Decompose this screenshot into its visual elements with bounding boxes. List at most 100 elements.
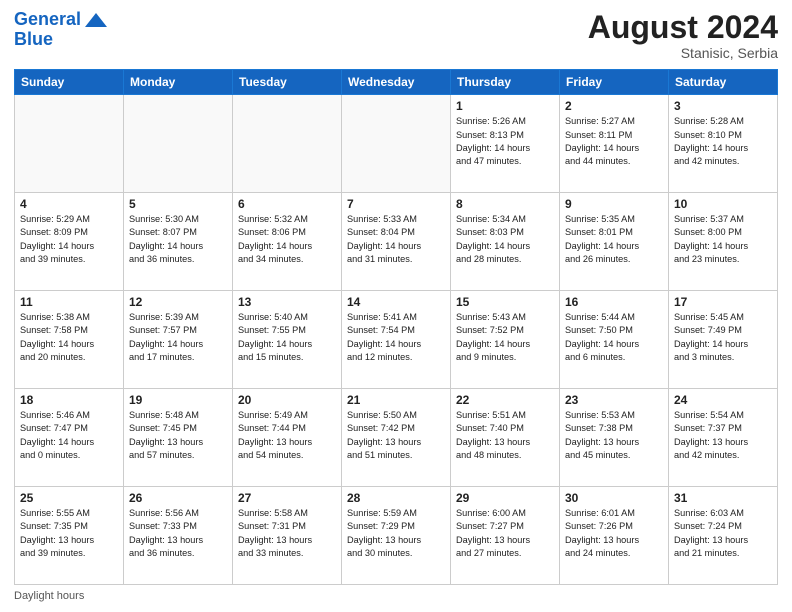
table-row: 22 Sunrise: 5:51 AM Sunset: 7:40 PM Dayli… (451, 389, 560, 487)
day-info: Sunrise: 5:30 AM Sunset: 8:07 PM Dayligh… (129, 213, 227, 266)
title-block: August 2024 Stanisic, Serbia (588, 10, 778, 61)
calendar-week-row: 25Sunrise: 5:55 AM Sunset: 7:35 PM Dayli… (15, 487, 778, 585)
page: General Blue August 2024 Stanisic, Serbi… (0, 0, 792, 612)
table-row: 10 Sunrise: 5:37 AM Sunset: 8:00 PM Dayli… (669, 193, 778, 291)
day-number: 9 (565, 197, 663, 211)
table-row: 1 Sunrise: 5:26 AM Sunset: 8:13 PM Daylig… (451, 95, 560, 193)
col-thursday: Thursday (451, 70, 560, 95)
calendar-week-row: 4 Sunrise: 5:29 AM Sunset: 8:09 PM Daylig… (15, 193, 778, 291)
day-number: 14 (347, 295, 445, 309)
table-row: 11 Sunrise: 5:38 AM Sunset: 7:58 PM Dayli… (15, 291, 124, 389)
day-number: 21 (347, 393, 445, 407)
day-number: 1 (456, 99, 554, 113)
table-row: 16 Sunrise: 5:44 AM Sunset: 7:50 PM Dayli… (560, 291, 669, 389)
day-number: 17 (674, 295, 772, 309)
table-row: 29 Sunrise: 6:00 AM Sunset: 7:27 PM Dayli… (451, 487, 560, 585)
col-monday: Monday (124, 70, 233, 95)
day-number: 27 (238, 491, 336, 505)
table-row: 9 Sunrise: 5:35 AM Sunset: 8:01 PM Daylig… (560, 193, 669, 291)
day-number: 11 (20, 295, 118, 309)
table-row: 2Sunrise: 5:27 AM Sunset: 8:11 PM Daylig… (560, 95, 669, 193)
day-info: Sunrise: 5:55 AM Sunset: 7:35 PM Dayligh… (20, 507, 118, 560)
calendar-week-row: 1 Sunrise: 5:26 AM Sunset: 8:13 PM Daylig… (15, 95, 778, 193)
table-row: 18 Sunrise: 5:46 AM Sunset: 7:47 PM Dayli… (15, 389, 124, 487)
footer: Daylight hours (14, 590, 778, 602)
day-number: 19 (129, 393, 227, 407)
day-number: 30 (565, 491, 663, 505)
day-number: 22 (456, 393, 554, 407)
day-info: Sunrise: 5:49 AM Sunset: 7:44 PM Dayligh… (238, 409, 336, 462)
day-number: 29 (456, 491, 554, 505)
day-info: Sunrise: 5:46 AM Sunset: 7:47 PM Dayligh… (20, 409, 118, 462)
day-number: 18 (20, 393, 118, 407)
col-wednesday: Wednesday (342, 70, 451, 95)
table-row: 17 Sunrise: 5:45 AM Sunset: 7:49 PM Dayli… (669, 291, 778, 389)
day-number: 6 (238, 197, 336, 211)
table-row: 24 Sunrise: 5:54 AM Sunset: 7:37 PM Dayli… (669, 389, 778, 487)
day-number: 12 (129, 295, 227, 309)
table-row: 25Sunrise: 5:55 AM Sunset: 7:35 PM Dayli… (15, 487, 124, 585)
day-info: Sunrise: 6:00 AM Sunset: 7:27 PM Dayligh… (456, 507, 554, 560)
logo-text: General (14, 10, 81, 30)
table-row: 6Sunrise: 5:32 AM Sunset: 8:06 PM Daylig… (233, 193, 342, 291)
table-row: 8 Sunrise: 5:34 AM Sunset: 8:03 PM Daylig… (451, 193, 560, 291)
table-row: 19Sunrise: 5:48 AM Sunset: 7:45 PM Dayli… (124, 389, 233, 487)
location: Stanisic, Serbia (588, 45, 778, 61)
day-number: 16 (565, 295, 663, 309)
day-info: Sunrise: 5:44 AM Sunset: 7:50 PM Dayligh… (565, 311, 663, 364)
calendar-week-row: 18 Sunrise: 5:46 AM Sunset: 7:47 PM Dayli… (15, 389, 778, 487)
calendar-table: Sunday Monday Tuesday Wednesday Thursday… (14, 69, 778, 585)
day-info: Sunrise: 5:54 AM Sunset: 7:37 PM Dayligh… (674, 409, 772, 462)
logo-blue-text: Blue (14, 30, 53, 50)
day-info: Sunrise: 5:43 AM Sunset: 7:52 PM Dayligh… (456, 311, 554, 364)
day-number: 15 (456, 295, 554, 309)
table-row: 12 Sunrise: 5:39 AM Sunset: 7:57 PM Dayli… (124, 291, 233, 389)
table-row: 4 Sunrise: 5:29 AM Sunset: 8:09 PM Daylig… (15, 193, 124, 291)
table-row: 5 Sunrise: 5:30 AM Sunset: 8:07 PM Daylig… (124, 193, 233, 291)
day-info: Sunrise: 5:40 AM Sunset: 7:55 PM Dayligh… (238, 311, 336, 364)
day-info: Sunrise: 5:51 AM Sunset: 7:40 PM Dayligh… (456, 409, 554, 462)
day-info: Sunrise: 5:37 AM Sunset: 8:00 PM Dayligh… (674, 213, 772, 266)
day-info: Sunrise: 5:39 AM Sunset: 7:57 PM Dayligh… (129, 311, 227, 364)
day-info: Sunrise: 5:59 AM Sunset: 7:29 PM Dayligh… (347, 507, 445, 560)
table-row: 13 Sunrise: 5:40 AM Sunset: 7:55 PM Dayli… (233, 291, 342, 389)
day-info: Sunrise: 5:58 AM Sunset: 7:31 PM Dayligh… (238, 507, 336, 560)
day-number: 8 (456, 197, 554, 211)
logo-icon (85, 13, 107, 27)
footer-label: Daylight hours (14, 590, 84, 602)
table-row: 14 Sunrise: 5:41 AM Sunset: 7:54 PM Dayli… (342, 291, 451, 389)
day-info: Sunrise: 5:33 AM Sunset: 8:04 PM Dayligh… (347, 213, 445, 266)
day-info: Sunrise: 5:29 AM Sunset: 8:09 PM Dayligh… (20, 213, 118, 266)
day-info: Sunrise: 5:26 AM Sunset: 8:13 PM Dayligh… (456, 115, 554, 168)
day-number: 23 (565, 393, 663, 407)
table-row (233, 95, 342, 193)
col-tuesday: Tuesday (233, 70, 342, 95)
day-info: Sunrise: 5:38 AM Sunset: 7:58 PM Dayligh… (20, 311, 118, 364)
month-year: August 2024 (588, 10, 778, 45)
table-row: 23 Sunrise: 5:53 AM Sunset: 7:38 PM Dayli… (560, 389, 669, 487)
day-number: 10 (674, 197, 772, 211)
table-row: 7 Sunrise: 5:33 AM Sunset: 8:04 PM Daylig… (342, 193, 451, 291)
logo: General Blue (14, 10, 107, 50)
day-info: Sunrise: 5:50 AM Sunset: 7:42 PM Dayligh… (347, 409, 445, 462)
calendar-header-row: Sunday Monday Tuesday Wednesday Thursday… (15, 70, 778, 95)
col-saturday: Saturday (669, 70, 778, 95)
table-row: 3Sunrise: 5:28 AM Sunset: 8:10 PM Daylig… (669, 95, 778, 193)
day-info: Sunrise: 5:27 AM Sunset: 8:11 PM Dayligh… (565, 115, 663, 168)
day-info: Sunrise: 5:45 AM Sunset: 7:49 PM Dayligh… (674, 311, 772, 364)
day-number: 5 (129, 197, 227, 211)
day-number: 26 (129, 491, 227, 505)
day-info: Sunrise: 5:41 AM Sunset: 7:54 PM Dayligh… (347, 311, 445, 364)
table-row: 31Sunrise: 6:03 AM Sunset: 7:24 PM Dayli… (669, 487, 778, 585)
day-info: Sunrise: 5:34 AM Sunset: 8:03 PM Dayligh… (456, 213, 554, 266)
day-number: 4 (20, 197, 118, 211)
table-row (124, 95, 233, 193)
day-info: Sunrise: 5:53 AM Sunset: 7:38 PM Dayligh… (565, 409, 663, 462)
day-number: 13 (238, 295, 336, 309)
day-info: Sunrise: 5:35 AM Sunset: 8:01 PM Dayligh… (565, 213, 663, 266)
day-info: Sunrise: 5:28 AM Sunset: 8:10 PM Dayligh… (674, 115, 772, 168)
day-number: 7 (347, 197, 445, 211)
table-row: 27 Sunrise: 5:58 AM Sunset: 7:31 PM Dayli… (233, 487, 342, 585)
day-info: Sunrise: 6:03 AM Sunset: 7:24 PM Dayligh… (674, 507, 772, 560)
day-number: 24 (674, 393, 772, 407)
